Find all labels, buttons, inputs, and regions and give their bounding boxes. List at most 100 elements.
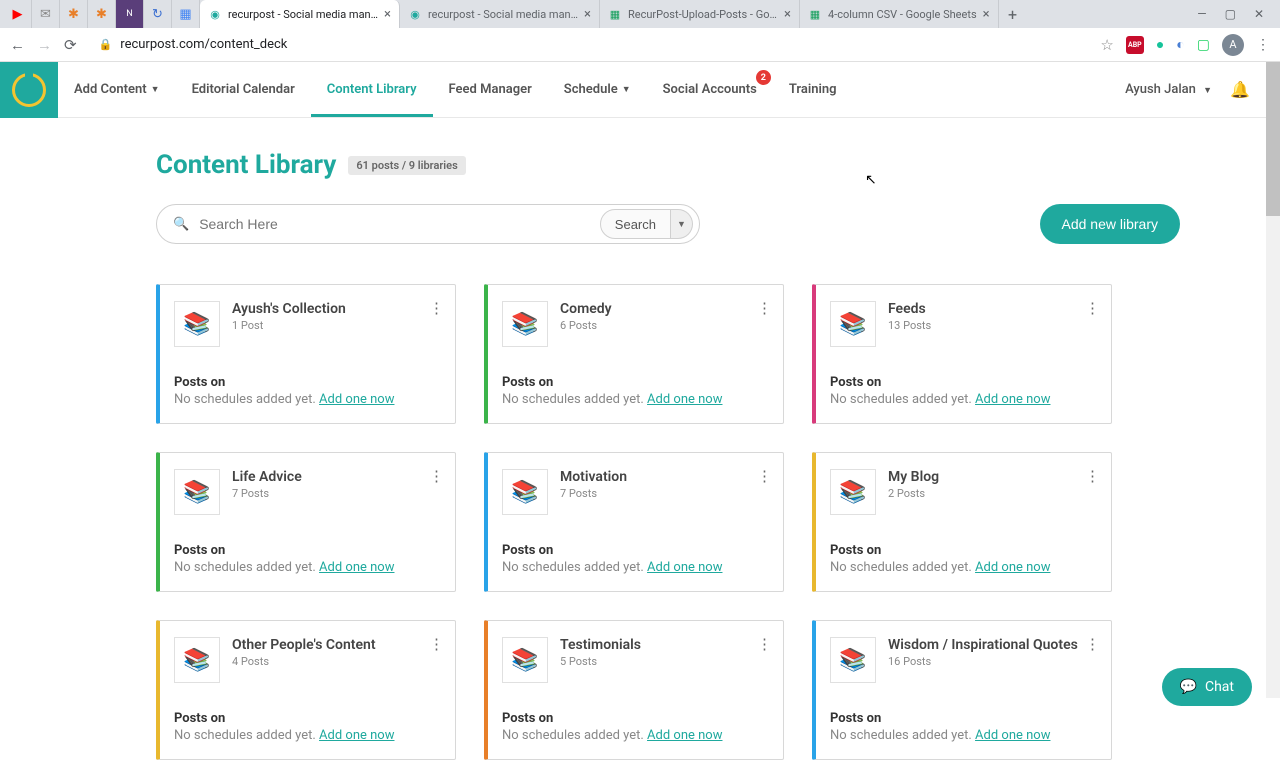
card-menu-icon[interactable]: ⋮ [757, 635, 771, 653]
book-icon: 📚 [502, 301, 548, 347]
add-schedule-link[interactable]: Add one now [975, 560, 1050, 575]
chat-label: Chat [1205, 679, 1234, 695]
schedule-text: No schedules added yet. Add one now [174, 560, 441, 575]
search-icon: 🔍 [173, 217, 189, 232]
schedule-text: No schedules added yet. Add one now [830, 560, 1097, 575]
library-grid: ⋮📚Ayush's Collection1 PostPosts onNo sch… [156, 284, 1180, 760]
nav-feed-manager[interactable]: Feed Manager [433, 62, 548, 117]
nav-add-content[interactable]: Add Content▼ [58, 62, 176, 117]
nav-training[interactable]: Training [773, 62, 853, 117]
browser-tab[interactable]: ▦ 4-column CSV - Google Sheets × [800, 0, 999, 28]
add-schedule-link[interactable]: Add one now [647, 560, 722, 575]
url-field[interactable]: 🔒 recurpost.com/content_deck [89, 37, 1089, 52]
chat-widget[interactable]: 💬 Chat [1162, 668, 1252, 706]
card-post-count: 13 Posts [888, 319, 931, 332]
library-card[interactable]: ⋮📚Other People's Content4 PostsPosts onN… [156, 620, 456, 760]
main-nav: Add Content▼ Editorial Calendar Content … [58, 62, 853, 117]
pinned-tab-icon[interactable]: ▦ [172, 0, 200, 28]
library-card[interactable]: ⋮📚Feeds13 PostsPosts onNo schedules adde… [812, 284, 1112, 424]
library-card[interactable]: ⋮📚Testimonials5 PostsPosts onNo schedule… [484, 620, 784, 760]
kebab-icon[interactable]: ⋮ [1256, 37, 1270, 53]
chevron-down-icon: ▼ [151, 84, 160, 95]
pinned-tab-icon[interactable]: N [116, 0, 144, 28]
schedule-text: No schedules added yet. Add one now [174, 392, 441, 407]
pinned-tab-icon[interactable]: ✱ [88, 0, 116, 28]
browser-tab[interactable]: ◉ recurpost - Social media manag... × [400, 0, 600, 28]
ext-icon[interactable]: ◐ [1176, 36, 1184, 53]
card-menu-icon[interactable]: ⋮ [429, 635, 443, 653]
browser-tab[interactable]: ▦ RecurPost-Upload-Posts - Goog... × [600, 0, 800, 28]
card-post-count: 1 Post [232, 319, 346, 332]
sheets-icon: ▦ [608, 7, 622, 21]
search-input[interactable] [199, 216, 600, 232]
card-menu-icon[interactable]: ⋮ [1085, 299, 1099, 317]
forward-button[interactable]: → [37, 36, 52, 54]
card-menu-icon[interactable]: ⋮ [757, 299, 771, 317]
book-icon: 📚 [174, 637, 220, 683]
url-text: recurpost.com/content_deck [120, 37, 287, 52]
nav-social-accounts[interactable]: Social Accounts2 [647, 62, 773, 117]
lock-icon: 🔒 [99, 38, 113, 51]
close-icon[interactable]: × [784, 7, 791, 22]
close-icon[interactable]: × [584, 7, 591, 22]
address-bar: ← → ⟳ 🔒 recurpost.com/content_deck ☆ ABP… [0, 28, 1280, 62]
back-button[interactable]: ← [10, 36, 25, 54]
library-card[interactable]: ⋮📚Life Advice7 PostsPosts onNo schedules… [156, 452, 456, 592]
schedule-text: No schedules added yet. Add one now [830, 392, 1097, 407]
library-card[interactable]: ⋮📚Motivation7 PostsPosts onNo schedules … [484, 452, 784, 592]
scrollbar-thumb[interactable] [1266, 62, 1280, 216]
card-menu-icon[interactable]: ⋮ [1085, 635, 1099, 653]
pinned-tab-icon[interactable]: ✱ [60, 0, 88, 28]
search-dropdown[interactable]: ▼ [671, 209, 693, 239]
title-row: Content Library 61 posts / 9 libraries [156, 150, 1180, 180]
new-tab-button[interactable]: + [999, 5, 1027, 24]
add-schedule-link[interactable]: Add one now [319, 728, 394, 743]
card-title: Wisdom / Inspirational Quotes [888, 637, 1078, 653]
star-icon[interactable]: ☆ [1100, 36, 1113, 54]
logo[interactable] [0, 62, 58, 118]
card-menu-icon[interactable]: ⋮ [429, 299, 443, 317]
add-schedule-link[interactable]: Add one now [647, 392, 722, 407]
youtube-icon[interactable]: ▶ [4, 0, 32, 28]
library-card[interactable]: ⋮📚Comedy6 PostsPosts onNo schedules adde… [484, 284, 784, 424]
add-schedule-link[interactable]: Add one now [975, 392, 1050, 407]
library-card[interactable]: ⋮📚Wisdom / Inspirational Quotes16 PostsP… [812, 620, 1112, 760]
notifications-icon[interactable]: 🔔 [1230, 80, 1250, 99]
close-icon[interactable]: × [384, 7, 391, 22]
reload-button[interactable]: ⟳ [64, 36, 77, 54]
abp-icon[interactable]: ABP [1126, 36, 1144, 54]
grammarly-icon[interactable]: ● [1156, 36, 1164, 53]
profile-avatar[interactable]: A [1222, 34, 1244, 56]
pinned-tab-icon[interactable]: ↻ [144, 0, 172, 28]
whatsapp-icon[interactable]: ▢ [1197, 37, 1210, 53]
library-card[interactable]: ⋮📚My Blog2 PostsPosts onNo schedules add… [812, 452, 1112, 592]
user-menu: Ayush Jalan ▼ 🔔 [1125, 80, 1280, 99]
close-icon[interactable]: × [983, 7, 990, 22]
pinned-tab-icon[interactable]: ✉ [32, 0, 60, 28]
nav-content-library[interactable]: Content Library [311, 62, 433, 117]
search-button[interactable]: Search [600, 209, 671, 239]
card-menu-icon[interactable]: ⋮ [1085, 467, 1099, 485]
minimize-icon[interactable]: — [1197, 7, 1206, 21]
user-name[interactable]: Ayush Jalan ▼ [1125, 82, 1212, 97]
chat-icon: 💬 [1180, 679, 1197, 695]
add-schedule-link[interactable]: Add one now [975, 728, 1050, 743]
posts-on-label: Posts on [502, 375, 769, 390]
add-schedule-link[interactable]: Add one now [319, 392, 394, 407]
add-schedule-link[interactable]: Add one now [319, 560, 394, 575]
nav-editorial-calendar[interactable]: Editorial Calendar [176, 62, 311, 117]
library-card[interactable]: ⋮📚Ayush's Collection1 PostPosts onNo sch… [156, 284, 456, 424]
card-menu-icon[interactable]: ⋮ [757, 467, 771, 485]
tab-title: RecurPost-Upload-Posts - Goog... [628, 8, 778, 21]
scrollbar[interactable] [1266, 62, 1280, 698]
close-window-icon[interactable]: ✕ [1254, 7, 1264, 21]
add-schedule-link[interactable]: Add one now [647, 728, 722, 743]
add-library-button[interactable]: Add new library [1040, 204, 1181, 244]
card-menu-icon[interactable]: ⋮ [429, 467, 443, 485]
maximize-icon[interactable]: ▢ [1225, 7, 1236, 21]
browser-tab[interactable]: ◉ recurpost - Social media manag... × [200, 0, 400, 28]
book-icon: 📚 [502, 637, 548, 683]
card-post-count: 6 Posts [560, 319, 612, 332]
nav-schedule[interactable]: Schedule▼ [548, 62, 647, 117]
search-row: 🔍 Search ▼ Add new library [156, 204, 1180, 244]
